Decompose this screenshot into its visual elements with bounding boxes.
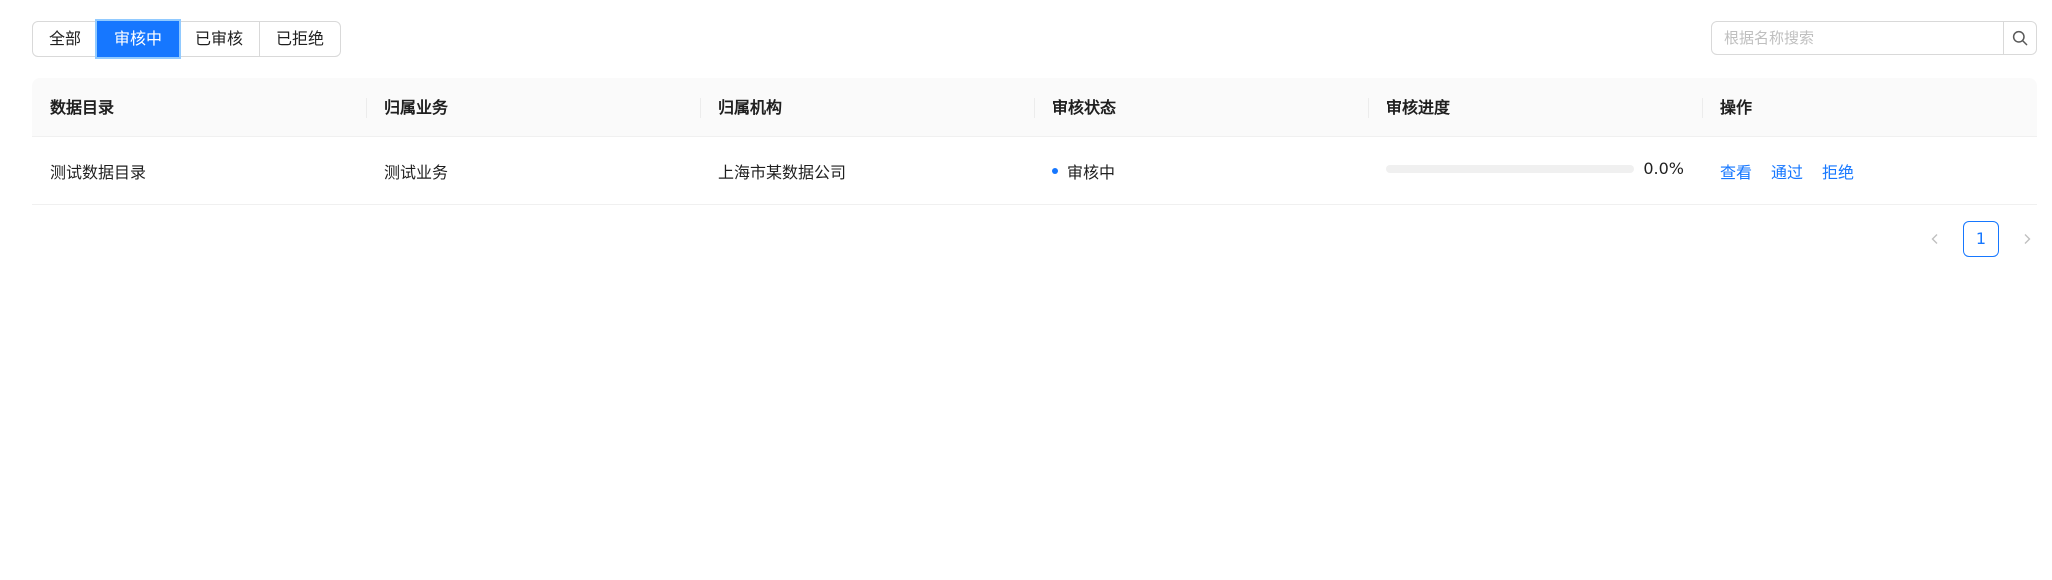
column-header-catalog: 数据目录 xyxy=(50,98,115,117)
chevron-left-icon xyxy=(1931,234,1938,244)
approve-link[interactable]: 通过 xyxy=(1771,159,1803,183)
progress-bar: 0.0% xyxy=(1386,159,1684,178)
column-header-org: 归属机构 xyxy=(700,78,1034,136)
pagination: 1 xyxy=(1918,221,2044,257)
progress-percent: 0.0% xyxy=(1643,159,1684,178)
column-header-progress: 审核进度 xyxy=(1368,78,1702,136)
table-row: 测试数据目录 测试业务 上海市某数据公司 审核中 0.0% 查看 通过 拒绝 xyxy=(32,137,2037,205)
search-box xyxy=(1711,21,2037,55)
column-header-business: 归属业务 xyxy=(366,78,700,136)
cell-org: 上海市某数据公司 xyxy=(718,162,847,182)
cell-actions: 查看 通过 拒绝 xyxy=(1702,159,2037,183)
search-button[interactable] xyxy=(2003,21,2037,55)
review-page: 全部 审核中 已审核 已拒绝 数据目录 归属业务 归属机构 审核状态 审核进度 … xyxy=(0,0,2052,580)
reject-link[interactable]: 拒绝 xyxy=(1822,159,1854,183)
column-header-status: 审核状态 xyxy=(1034,78,1368,136)
progress-track xyxy=(1386,164,1635,173)
filter-reviewed-button[interactable]: 已审核 xyxy=(178,21,261,57)
cell-status: 审核中 xyxy=(1034,159,1368,183)
cell-catalog: 测试数据目录 xyxy=(50,162,147,182)
status-filter: 全部 审核中 已审核 已拒绝 xyxy=(32,21,342,57)
table-header: 数据目录 归属业务 归属机构 审核状态 审核进度 操作 xyxy=(32,78,2037,137)
search-input[interactable] xyxy=(1711,21,2004,55)
page-1-button[interactable]: 1 xyxy=(1963,221,1999,257)
search-icon xyxy=(2012,30,2028,46)
review-table: 数据目录 归属业务 归属机构 审核状态 审核进度 操作 测试数据目录 测试业务 … xyxy=(32,78,2037,205)
column-header-actions: 操作 xyxy=(1702,78,2037,136)
status-dot-icon xyxy=(1052,167,1058,174)
status-badge: 审核中 xyxy=(1052,159,1350,183)
filter-rejected-button[interactable]: 已拒绝 xyxy=(259,21,342,57)
chevron-right-icon xyxy=(2024,234,2031,244)
status-text: 审核中 xyxy=(1067,162,1116,182)
filter-reviewing-button[interactable]: 审核中 xyxy=(97,21,180,57)
view-link[interactable]: 查看 xyxy=(1720,159,1752,183)
filter-all-button[interactable]: 全部 xyxy=(32,21,99,57)
prev-page-button[interactable] xyxy=(1918,221,1952,257)
cell-business: 测试业务 xyxy=(384,162,449,182)
next-page-button[interactable] xyxy=(2010,221,2044,257)
cell-progress: 0.0% xyxy=(1368,159,1702,178)
